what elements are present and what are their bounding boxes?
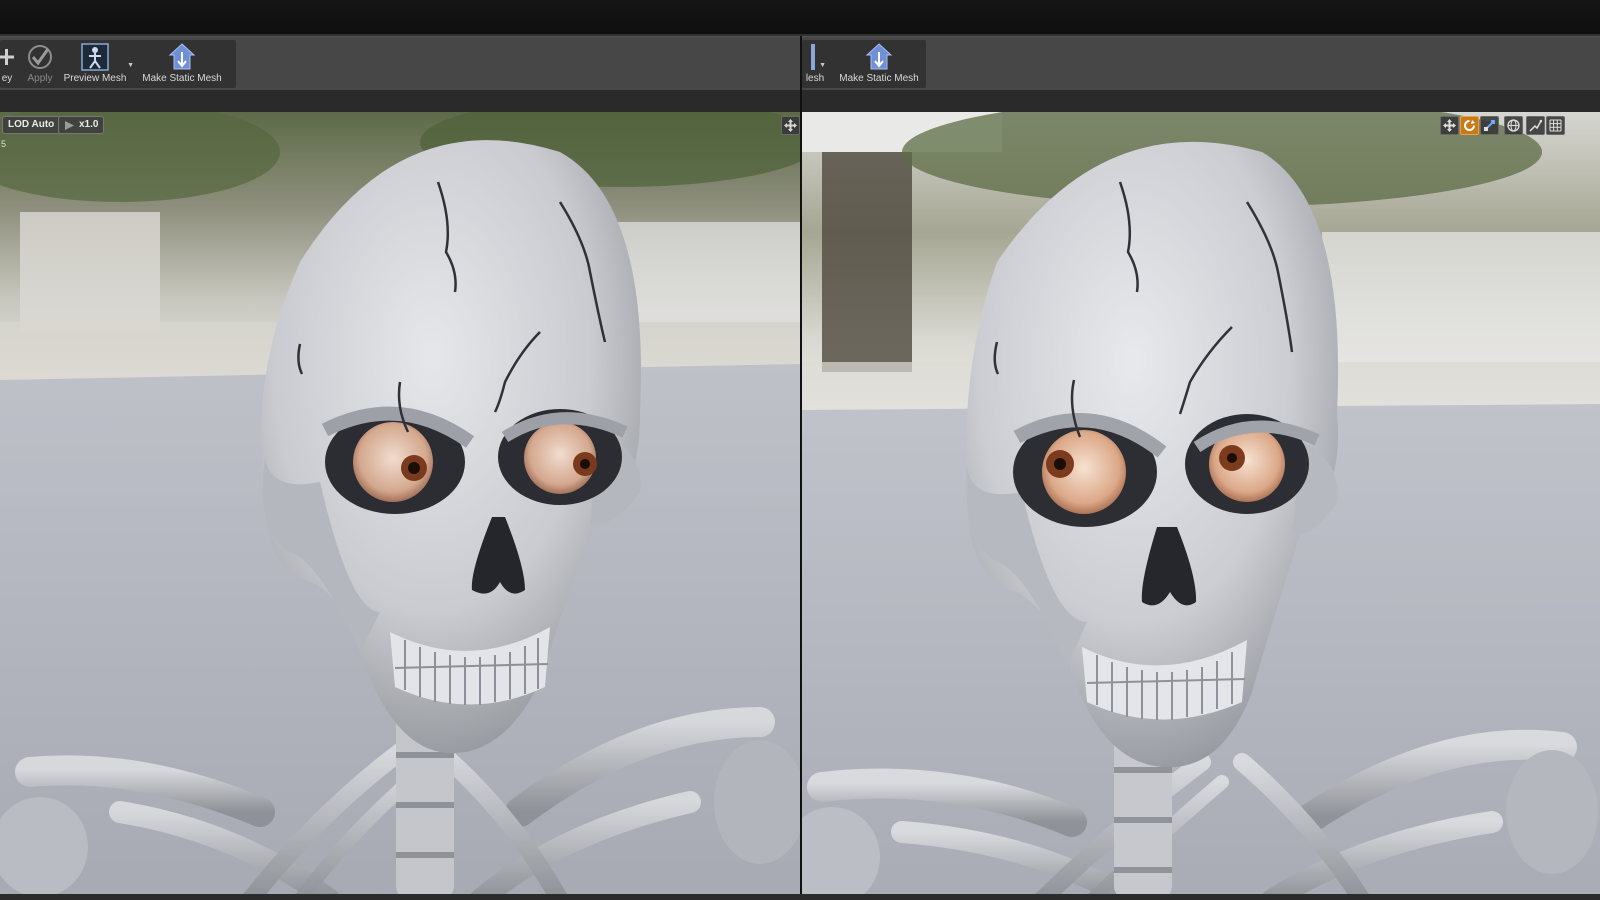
world-local-toggle[interactable] (1504, 116, 1523, 135)
lod-dropdown[interactable]: LOD Auto (2, 116, 61, 134)
grid-icon (1549, 119, 1562, 132)
globe-icon (1507, 119, 1520, 132)
left-translate-mode-button[interactable] (781, 116, 800, 135)
left-viewport-header (0, 90, 800, 113)
stats-text: 5 (1, 139, 7, 149)
right-preview-mesh-dropdown-arrow[interactable]: ▼ (819, 62, 826, 69)
left-viewport[interactable]: LOD Auto x1.0 5 (0, 112, 800, 900)
scale-icon (1483, 119, 1496, 132)
rotate-icon (1463, 119, 1476, 132)
right-preview-mesh-button[interactable]: lesh ▼ (802, 40, 828, 88)
scale-mode-button[interactable] (1480, 116, 1499, 135)
preview-mesh-button-label: Preview Mesh (63, 73, 127, 84)
move-arrows-icon (784, 119, 797, 132)
right-make-static-mesh-button-label: Make Static Mesh (839, 73, 919, 84)
surface-snap-button[interactable] (1526, 116, 1545, 135)
left-toolbar-group: ey Apply Preview Mesh ▼ Make Static Mesh (0, 40, 236, 88)
right-preview-mesh-button-label: lesh (805, 73, 825, 84)
title-bar (0, 0, 1600, 36)
left-scene (0, 112, 800, 900)
right-viewport-header (802, 90, 1600, 113)
move-arrows-icon (1443, 119, 1456, 132)
preview-mesh-button[interactable]: Preview Mesh ▼ (62, 40, 134, 88)
rotate-mode-button[interactable] (1460, 116, 1479, 135)
playback-speed-label: x1.0 (79, 119, 99, 130)
apply-button[interactable]: Apply (18, 40, 62, 88)
house-arrow-icon (864, 42, 894, 72)
left-toolbar: ey Apply Preview Mesh ▼ Make Static Mesh (0, 36, 800, 92)
right-toolbar: lesh ▼ Make Static Mesh (802, 36, 1600, 92)
preview-mesh-dropdown-arrow[interactable]: ▼ (127, 62, 134, 69)
playback-speed-button[interactable]: x1.0 (58, 116, 105, 134)
app-window: ey Apply Preview Mesh ▼ Make Static Mesh… (0, 0, 1600, 900)
add-button-label: ey (1, 73, 13, 84)
lod-label: LOD Auto (8, 119, 55, 130)
make-static-mesh-button[interactable]: Make Static Mesh (136, 40, 228, 88)
add-button[interactable]: ey (0, 40, 18, 88)
right-make-static-mesh-button[interactable]: Make Static Mesh (832, 40, 926, 88)
preview-mesh-icon (80, 42, 110, 72)
make-static-mesh-button-label: Make Static Mesh (142, 73, 222, 84)
grid-snap-button[interactable] (1546, 116, 1565, 135)
right-viewport[interactable] (802, 112, 1600, 900)
apply-button-label: Apply (27, 73, 53, 84)
snap-icon (1529, 119, 1542, 132)
right-scene (802, 112, 1600, 900)
translate-mode-button[interactable] (1440, 116, 1459, 135)
play-icon (64, 120, 75, 131)
house-arrow-icon (167, 42, 197, 72)
right-toolbar-group: lesh ▼ Make Static Mesh (802, 40, 926, 88)
bottom-bar (0, 894, 1600, 900)
checkmark-icon (25, 42, 55, 72)
